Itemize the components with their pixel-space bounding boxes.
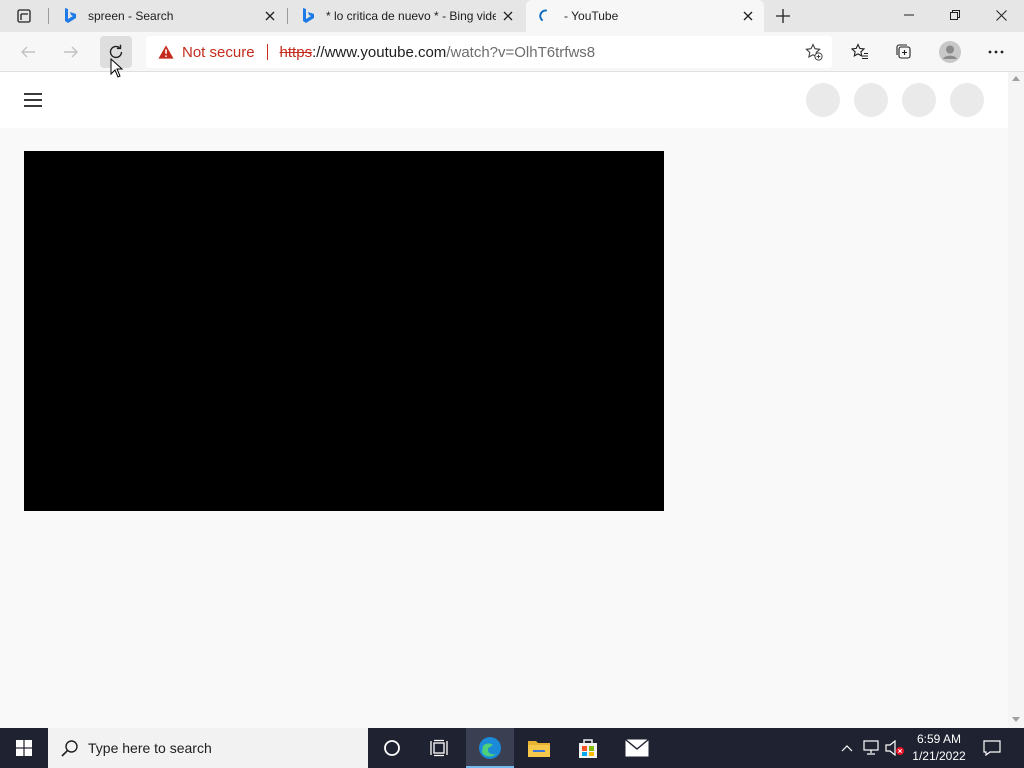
store-icon [579,739,597,758]
clock-date: 1/21/2022 [912,749,966,763]
clock-time: 6:59 AM [916,732,962,746]
tab-strip: spreen - Search * lo critica de nuevo * … [0,0,1024,32]
taskbar-edge[interactable] [466,728,514,768]
restore-icon [950,10,960,20]
mail-icon [625,739,649,757]
add-favorite-button[interactable] [804,42,824,62]
avatar-icon [939,41,961,63]
forward-button[interactable] [55,36,87,68]
profile-button[interactable] [934,36,966,68]
file-explorer-icon [528,741,550,757]
search-icon [60,738,80,758]
warning-icon[interactable] [158,44,174,60]
tab-title: * lo critica de nuevo * - Bing vide [326,9,496,23]
tab-actions-button[interactable] [8,4,40,28]
loading-spinner-icon [538,8,554,24]
collections-button[interactable] [888,36,920,68]
tab-separator [48,8,49,24]
taskbar-store[interactable] [564,728,612,768]
windows-logo-icon [16,740,32,756]
start-button[interactable] [0,728,48,768]
taskbar-file-explorer[interactable] [515,728,563,768]
address-separator [266,44,268,60]
notification-icon [983,740,1001,756]
edge-icon [479,737,501,759]
page-scrollbar[interactable] [1008,72,1024,728]
star-add-icon [805,43,823,61]
scroll-up-arrow-icon[interactable] [1012,74,1020,82]
address-bar[interactable]: Not secure https://www.youtube.com/watch… [146,36,832,68]
restore-button[interactable] [932,0,978,30]
new-tab-button[interactable] [770,4,796,28]
menu-icon[interactable] [24,88,48,112]
close-window-button[interactable] [978,0,1024,30]
forward-arrow-icon [64,46,78,58]
close-tab-icon[interactable] [496,4,520,28]
windows-taskbar: Type here to search 6:59 AM 1/21/2022 [0,728,1024,768]
close-tab-icon[interactable] [258,4,282,28]
mouse-cursor-icon [110,58,124,78]
loading-placeholder [902,83,936,117]
cortana-button[interactable] [368,728,416,768]
loading-placeholder [950,83,984,117]
plus-icon [776,9,790,23]
video-player[interactable] [24,151,664,511]
security-status[interactable]: Not secure [182,44,255,61]
settings-more-button[interactable] [980,36,1012,68]
taskbar-search-box[interactable]: Type here to search [48,728,368,768]
network-icon [863,740,879,755]
network-button[interactable] [860,728,882,768]
youtube-page [0,72,1008,728]
minimize-icon [904,14,914,16]
tab-title: spreen - Search [88,9,174,23]
scroll-down-arrow-icon[interactable] [1012,716,1020,724]
volume-muted-icon [885,740,904,756]
cortana-icon [384,740,400,756]
taskbar-clock[interactable]: 6:59 AM 1/21/2022 [904,731,974,765]
tab-youtube[interactable]: - YouTube [526,0,764,32]
close-icon [995,9,1007,21]
url-text[interactable]: https://www.youtube.com/watch?v=OlhT6trf… [280,44,596,61]
action-center-button[interactable] [978,728,1006,768]
tab-search[interactable]: spreen - Search [50,0,286,32]
browser-toolbar: Not secure https://www.youtube.com/watch… [0,32,1024,72]
taskbar-mail[interactable] [613,728,661,768]
favorites-icon [851,43,868,60]
loading-placeholder [806,83,840,117]
collections-icon [896,44,911,59]
youtube-masthead [0,72,1008,128]
more-dots-icon [988,50,1004,54]
task-view-button[interactable] [416,728,464,768]
volume-button[interactable] [884,728,906,768]
url-path: /watch?v=OlhT6trfws8 [446,43,596,61]
minimize-button[interactable] [886,0,932,30]
url-host: ://www.youtube.com [312,43,447,61]
chevron-up-icon [841,745,853,752]
task-view-icon [430,739,448,757]
bing-icon [300,8,316,24]
tab-title: - YouTube [564,9,619,23]
bing-icon [62,8,78,24]
close-tab-icon[interactable] [736,4,760,28]
search-placeholder: Type here to search [88,740,212,756]
back-arrow-icon [21,46,35,58]
show-hidden-icons-button[interactable] [838,728,856,768]
tab-bing-videos[interactable]: * lo critica de nuevo * - Bing vide [288,0,524,32]
tab-actions-icon [17,9,31,23]
favorites-button[interactable] [844,36,876,68]
back-button[interactable] [12,36,44,68]
loading-placeholder [854,83,888,117]
url-scheme: https [279,43,313,61]
